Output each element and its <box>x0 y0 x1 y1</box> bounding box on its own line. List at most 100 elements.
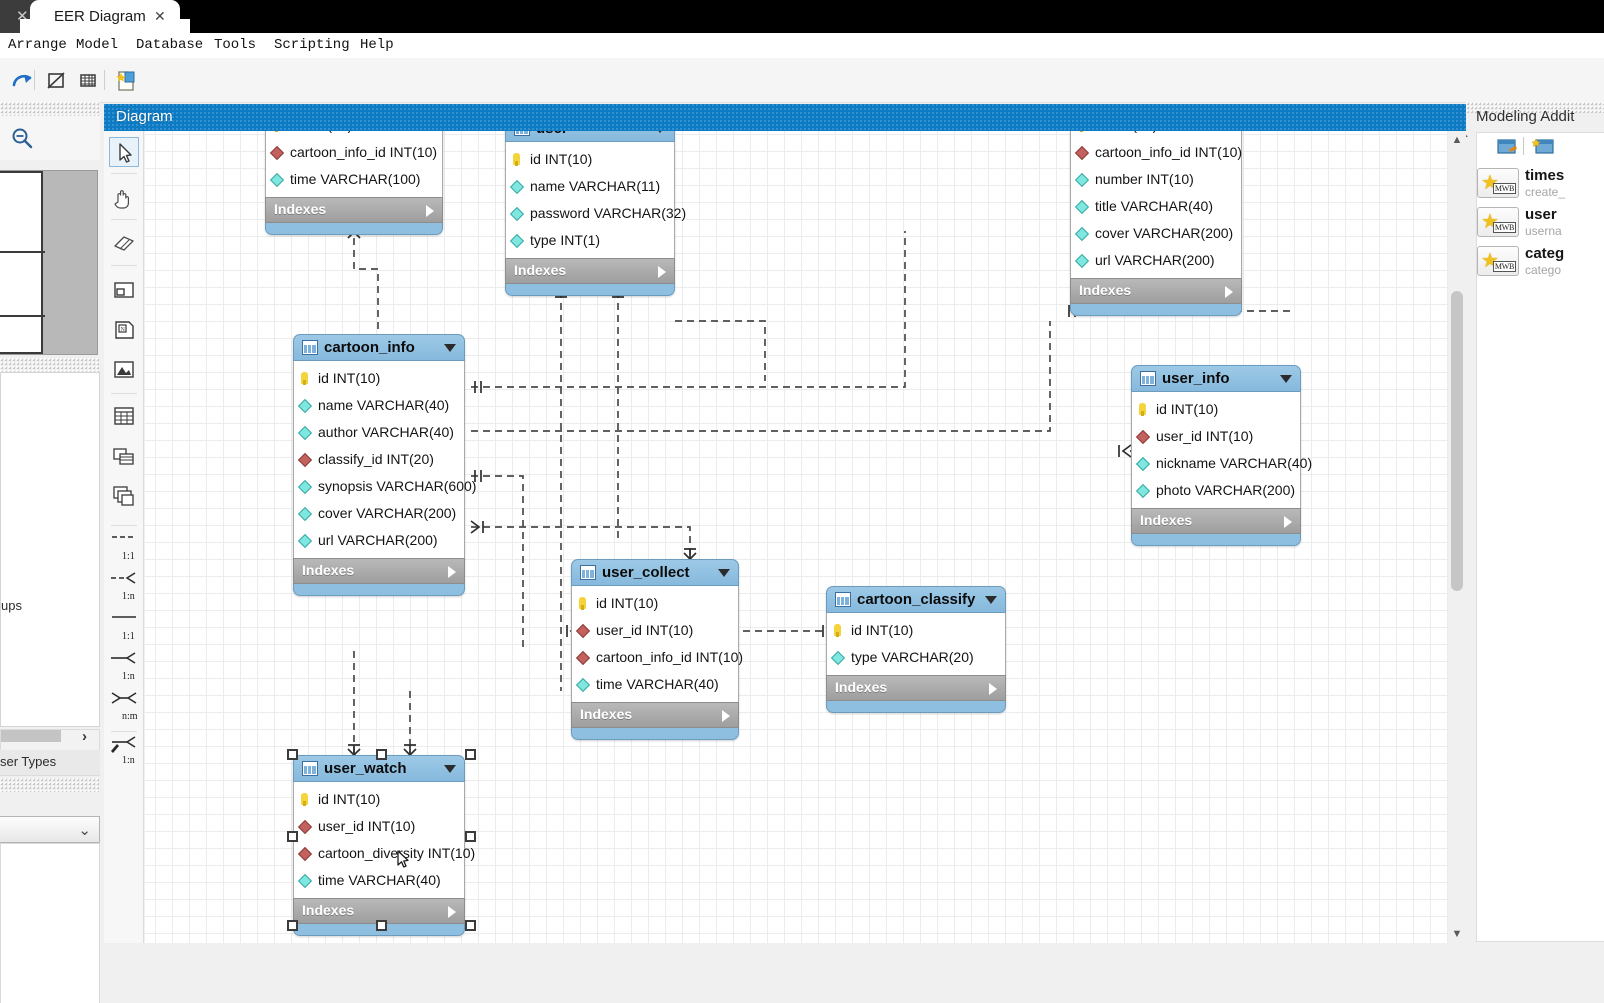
chevron-right-icon[interactable] <box>722 710 730 722</box>
note-tool[interactable]: N <box>109 315 139 345</box>
column-row[interactable]: nickname VARCHAR(40) <box>1132 450 1312 477</box>
table-header[interactable]: user_collect <box>571 559 739 586</box>
column-row[interactable]: type INT(1) <box>506 227 674 254</box>
catalog-tree-panel[interactable]: ups <box>0 372 100 727</box>
chevron-right-icon[interactable] <box>989 683 997 695</box>
column-row[interactable]: cover VARCHAR(200) <box>1071 220 1241 247</box>
column-row[interactable]: url VARCHAR(200) <box>1071 247 1241 274</box>
schema-select[interactable]: ⌄ <box>0 816 100 843</box>
dock-grip-top[interactable] <box>0 102 100 116</box>
column-row[interactable]: id INT(10) <box>827 617 1005 644</box>
tab-close-icon[interactable]: ✕ <box>154 8 166 25</box>
column-row[interactable]: cartoon_info_id INT(10) <box>572 644 743 671</box>
column-row[interactable]: id INT(10) <box>1132 396 1300 423</box>
column-row[interactable]: name VARCHAR(40) <box>294 392 464 419</box>
tab-eer-diagram[interactable]: EER Diagram ✕ <box>20 0 190 33</box>
column-row[interactable]: photo VARCHAR(200) <box>1132 477 1300 504</box>
column-row[interactable]: url VARCHAR(200) <box>294 527 464 554</box>
selection-handle-n[interactable] <box>376 749 387 760</box>
chevron-right-icon[interactable] <box>658 266 666 278</box>
chevron-right-icon[interactable] <box>426 205 434 217</box>
selection-handle-ne[interactable] <box>465 749 476 760</box>
hand-tool[interactable] <box>109 183 139 213</box>
table-user_info[interactable]: user_info id INT(10) user_id INT(10) nic… <box>1131 365 1312 546</box>
eraser-tool[interactable] <box>109 229 139 259</box>
model-navigator[interactable] <box>0 170 98 355</box>
chevron-down-icon[interactable] <box>985 596 997 604</box>
column-row[interactable]: cartoon_info_id INT(10) <box>266 139 442 166</box>
column-row[interactable]: cover VARCHAR(200) <box>294 500 464 527</box>
column-row[interactable]: id INT(10) <box>294 786 464 813</box>
column-row[interactable]: user_id INT(10) <box>572 617 738 644</box>
dock-grip-mid[interactable] <box>0 358 100 372</box>
indexes-section[interactable]: Indexes <box>293 558 465 584</box>
view-tool[interactable] <box>109 441 139 471</box>
selection-handle-sw[interactable] <box>287 920 298 931</box>
grid-icon[interactable] <box>74 66 102 94</box>
column-row[interactable]: id INT(10) <box>266 131 442 139</box>
table-header[interactable]: user <box>505 131 675 142</box>
eer-canvas[interactable]: id INT(10) cartoon_info_id INT(10) time … <box>145 131 1451 943</box>
indexes-section[interactable]: Indexes <box>1070 278 1242 304</box>
table-tool[interactable] <box>109 401 139 431</box>
chevron-right-icon[interactable] <box>1284 516 1292 528</box>
template-item-categ[interactable]: ★ MWB categ catego <box>1477 242 1604 281</box>
column-row[interactable]: title VARCHAR(40) <box>1071 193 1241 220</box>
canvas-vertical-scrollbar[interactable]: ▲ ▼ <box>1448 131 1466 943</box>
selection-handle-s[interactable] <box>376 920 387 931</box>
table-user_watch[interactable]: user_watch id INT(10) user_id INT(10) ca… <box>293 755 475 936</box>
chevron-right-icon[interactable] <box>1225 286 1233 298</box>
menu-tools[interactable]: Tools <box>214 37 256 53</box>
indexes-section[interactable]: Indexes <box>826 675 1006 701</box>
indexes-section[interactable]: Indexes <box>265 197 443 223</box>
column-row[interactable]: name VARCHAR(11) <box>506 173 674 200</box>
insert-template-icon[interactable] <box>1496 137 1520 159</box>
zoom-out-icon[interactable] <box>10 126 34 150</box>
table-cartoon_chapter[interactable]: id INT(10) cartoon_info_id INT(10) numbe… <box>1070 131 1242 316</box>
selection-handle-e[interactable] <box>465 831 476 842</box>
routine-group-tool[interactable] <box>109 481 139 511</box>
column-row[interactable]: user_id INT(10) <box>294 813 464 840</box>
redo-icon[interactable] <box>8 66 36 94</box>
table-header[interactable]: cartoon_info <box>293 334 465 361</box>
chevron-down-icon[interactable] <box>444 765 456 773</box>
layer-tool[interactable] <box>109 275 139 305</box>
indexes-section[interactable]: Indexes <box>571 702 739 728</box>
selection-handle-nw[interactable] <box>287 749 298 760</box>
column-row[interactable]: time VARCHAR(100) <box>266 166 442 193</box>
validate-icon[interactable] <box>42 66 70 94</box>
diagram-tab-bar[interactable]: Diagram <box>104 104 1466 131</box>
selection-handle-se[interactable] <box>465 920 476 931</box>
chevron-down-icon[interactable] <box>444 344 456 352</box>
template-item-times[interactable]: ★ MWB times create_ <box>1477 164 1604 203</box>
user-types-row[interactable]: ser Types <box>0 750 100 776</box>
scroll-down-icon[interactable]: ▼ <box>1448 925 1466 943</box>
chevron-right-icon[interactable] <box>448 906 456 918</box>
table-cartoon_info[interactable]: cartoon_info id INT(10) name VARCHAR(40)… <box>293 334 476 596</box>
column-row[interactable]: classify_id INT(20) <box>294 446 464 473</box>
chevron-up-icon[interactable]: ⌃ <box>1466 130 1474 148</box>
menu-database[interactable]: Database <box>136 37 203 53</box>
menu-model[interactable]: Model <box>76 37 118 53</box>
menu-scripting[interactable]: Scripting <box>274 37 350 53</box>
scroll-up-icon[interactable]: ▲ <box>1448 131 1466 149</box>
pointer-tool[interactable] <box>109 137 139 167</box>
template-item-user[interactable]: ★ MWB user userna <box>1477 203 1604 242</box>
chevron-right-icon[interactable] <box>448 566 456 578</box>
column-row[interactable]: cartoon_info_id INT(10) <box>1071 139 1242 166</box>
chevron-down-icon[interactable] <box>654 131 666 133</box>
new-document-icon[interactable] <box>112 66 140 94</box>
properties-panel[interactable] <box>0 843 100 1003</box>
chevron-down-icon[interactable] <box>718 569 730 577</box>
table-header[interactable]: user_info <box>1131 365 1301 392</box>
column-row[interactable]: number INT(10) <box>1071 166 1241 193</box>
scrollbar-thumb[interactable] <box>1451 291 1463 591</box>
column-row[interactable]: time VARCHAR(40) <box>572 671 738 698</box>
new-template-icon[interactable] <box>1532 137 1556 159</box>
column-row[interactable]: time VARCHAR(40) <box>294 867 464 894</box>
column-row[interactable]: author VARCHAR(40) <box>294 419 464 446</box>
menu-arrange[interactable]: Arrange <box>8 37 67 53</box>
column-row[interactable]: password VARCHAR(32) <box>506 200 686 227</box>
column-row[interactable]: id INT(10) <box>294 365 464 392</box>
column-row[interactable]: synopsis VARCHAR(600) <box>294 473 476 500</box>
